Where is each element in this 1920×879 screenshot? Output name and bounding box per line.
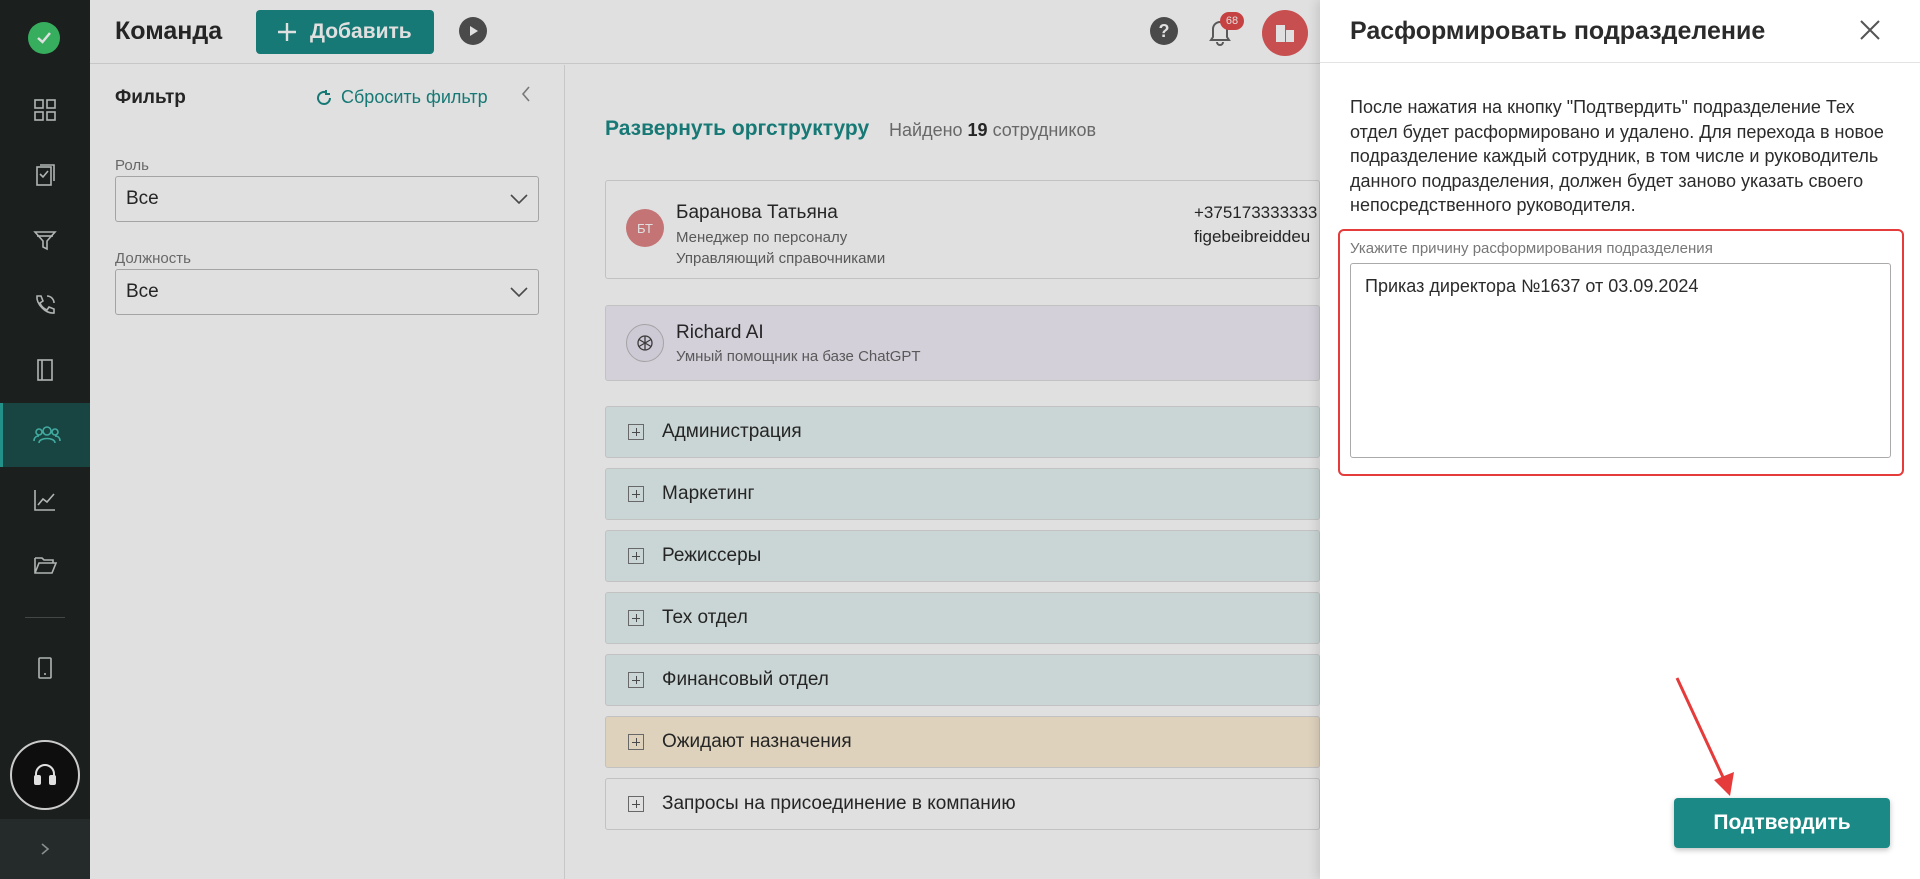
chatgpt-icon <box>626 324 664 362</box>
expand-plus-icon[interactable] <box>628 734 644 750</box>
department-name: Администрация <box>662 421 802 442</box>
role-select[interactable]: Все <box>115 176 539 222</box>
department-row[interactable]: Тех отдел <box>605 592 1320 644</box>
filter-title: Фильтр <box>115 87 186 108</box>
position-select-value: Все <box>126 281 159 302</box>
filter-panel: Фильтр Сбросить фильтр Роль Все Должност… <box>90 65 565 879</box>
employee-extra-role: Управляющий справочниками <box>676 250 886 267</box>
analytics-icon[interactable] <box>0 468 90 532</box>
drawer-description: После нажатия на кнопку "Подтвердить" по… <box>1350 97 1884 215</box>
tasks-icon[interactable] <box>0 143 90 207</box>
employee-role: Менеджер по персоналу <box>676 229 848 246</box>
calls-icon[interactable] <box>0 273 90 337</box>
expand-plus-icon[interactable] <box>628 672 644 688</box>
play-video-icon[interactable] <box>459 17 487 45</box>
department-row[interactable]: Администрация <box>605 406 1320 458</box>
assistant-name: Richard AI <box>676 322 764 343</box>
department-name: Тех отдел <box>662 607 748 628</box>
position-label: Должность <box>115 250 191 267</box>
knowledge-book-icon[interactable] <box>0 338 90 402</box>
pointer-arrow-icon <box>1675 677 1734 796</box>
employee-name: Баранова Татьяна <box>676 202 838 223</box>
department-name: Режиссеры <box>662 545 762 566</box>
folder-icon[interactable] <box>0 533 90 597</box>
plus-icon <box>278 23 296 41</box>
department-row-requests[interactable]: Запросы на присоединение в компанию <box>605 778 1320 830</box>
expand-plus-icon[interactable] <box>628 796 644 812</box>
support-headset-icon[interactable] <box>10 740 80 810</box>
chevron-down-icon <box>510 194 528 204</box>
main-content: Развернуть оргструктуру Найдено 19 сотру… <box>566 65 1320 879</box>
dashboard-icon[interactable] <box>0 78 90 142</box>
employee-phone[interactable]: +375173333333 <box>1194 203 1321 223</box>
department-name: Запросы на присоединение в компанию <box>662 793 1016 814</box>
company-avatar[interactable] <box>1262 10 1308 56</box>
expand-sidebar-icon[interactable] <box>0 819 90 879</box>
employee-email[interactable]: figebeibreiddeu <box>1194 227 1321 247</box>
close-icon[interactable] <box>1855 15 1885 45</box>
notifications-badge: 68 <box>1220 12 1244 30</box>
department-name: Ожидают назначения <box>662 731 852 752</box>
found-prefix: Найдено <box>889 120 963 140</box>
expand-plus-icon[interactable] <box>628 610 644 626</box>
department-row-pending[interactable]: Ожидают назначения <box>605 716 1320 768</box>
role-select-value: Все <box>126 188 159 209</box>
expand-plus-icon[interactable] <box>628 424 644 440</box>
avatar: БТ <box>626 209 664 247</box>
reset-filter-label: Сбросить фильтр <box>341 87 488 107</box>
reason-label: Укажите причину расформирования подразде… <box>1350 240 1713 257</box>
top-header: Команда Добавить ? 68 <box>90 0 1320 64</box>
refresh-icon <box>317 89 331 105</box>
department-row[interactable]: Финансовый отдел <box>605 654 1320 706</box>
disband-department-drawer: Расформировать подразделение После нажат… <box>1320 0 1920 879</box>
building-icon <box>1276 25 1294 42</box>
department-name: Маркетинг <box>662 483 755 504</box>
reset-filter-button[interactable]: Сбросить фильтр <box>315 87 488 108</box>
position-select[interactable]: Все <box>115 269 539 315</box>
department-row[interactable]: Режиссеры <box>605 530 1320 582</box>
found-count-text: Найдено 19 сотрудников <box>889 120 1096 141</box>
assistant-description: Умный помощник на базе ChatGPT <box>676 348 921 365</box>
drawer-title: Расформировать подразделение <box>1350 17 1766 45</box>
add-button[interactable]: Добавить <box>256 10 434 54</box>
rail-divider <box>25 617 65 618</box>
department-row[interactable]: Маркетинг <box>605 468 1320 520</box>
expand-plus-icon[interactable] <box>628 486 644 502</box>
team-icon[interactable] <box>0 403 90 467</box>
role-label: Роль <box>115 157 149 174</box>
ai-assistant-card[interactable]: Richard AI Умный помощник на базе ChatGP… <box>605 305 1320 381</box>
help-icon[interactable]: ? <box>1150 17 1178 45</box>
reason-textarea[interactable]: Приказ директора №1637 от 03.09.2024 <box>1350 263 1891 458</box>
expand-orgstructure-link[interactable]: Развернуть оргструктуру <box>605 117 869 141</box>
employee-card[interactable]: БТ Баранова Татьяна Менеджер по персонал… <box>605 180 1320 279</box>
logo-check-icon[interactable] <box>28 22 60 54</box>
drawer-divider <box>1320 62 1920 63</box>
sidebar-rail <box>0 0 90 879</box>
found-count: 19 <box>967 120 988 140</box>
add-button-label: Добавить <box>310 20 412 43</box>
confirm-button[interactable]: Подтвердить <box>1674 798 1890 848</box>
mobile-app-icon[interactable] <box>0 636 90 700</box>
department-name: Финансовый отдел <box>662 669 829 690</box>
expand-plus-icon[interactable] <box>628 548 644 564</box>
collapse-filter-icon[interactable] <box>520 85 532 109</box>
funnel-icon[interactable] <box>0 208 90 272</box>
page-title: Команда <box>115 17 223 45</box>
chevron-down-icon <box>510 287 528 297</box>
found-suffix: сотрудников <box>992 120 1097 140</box>
